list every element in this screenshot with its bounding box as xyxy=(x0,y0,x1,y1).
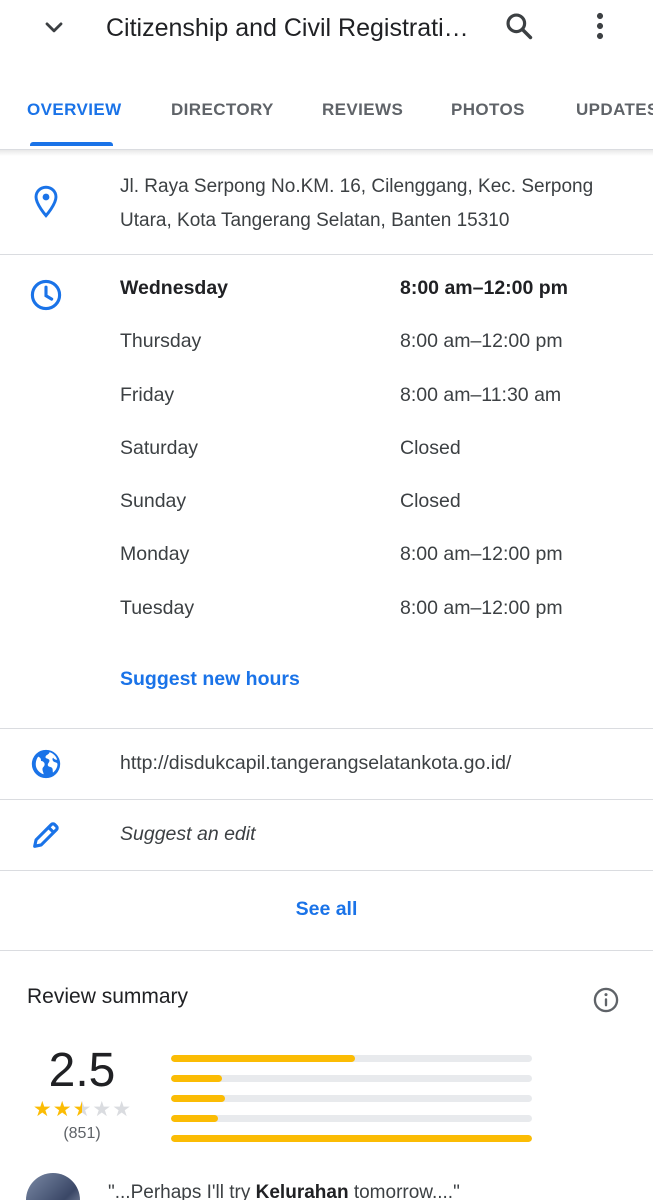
tab-overview[interactable]: OVERVIEW xyxy=(27,100,122,120)
divider xyxy=(0,728,653,729)
hours-row: Saturday Closed xyxy=(120,428,640,481)
rating-bar-3[interactable] xyxy=(171,1095,532,1102)
tab-updates[interactable]: UPDATES xyxy=(576,100,653,120)
address-line-2: Utara, Kota Tangerang Selatan, Banten 15… xyxy=(120,210,510,231)
rating-bar-1[interactable] xyxy=(171,1135,532,1142)
search-icon[interactable] xyxy=(499,6,539,46)
tab-reviews[interactable]: REVIEWS xyxy=(322,100,403,120)
suggest-new-hours-link[interactable]: Suggest new hours xyxy=(120,668,300,691)
star-rating: ★ ★ ★ ★ ★ xyxy=(30,1098,134,1122)
hours-row-today: Wednesday 8:00 am–12:00 pm xyxy=(120,268,640,321)
suggest-edit-link[interactable]: Suggest an edit xyxy=(120,823,256,846)
review-snippet-text: "...Perhaps I'll try xyxy=(108,1182,256,1200)
star-half-icon: ★ xyxy=(72,1098,92,1121)
hours-row: Sunday Closed xyxy=(120,481,640,534)
tab-directory[interactable]: DIRECTORY xyxy=(171,100,274,120)
more-vert-icon[interactable] xyxy=(580,6,620,46)
active-tab-indicator xyxy=(30,142,113,146)
rating-bar-5[interactable] xyxy=(171,1055,532,1062)
hours-time: Closed xyxy=(400,490,461,513)
hours-row: Friday 8:00 am–11:30 am xyxy=(120,375,640,428)
hours-row: Thursday 8:00 am–12:00 pm xyxy=(120,321,640,374)
pencil-icon xyxy=(26,815,66,855)
hours-time: 8:00 am–11:30 am xyxy=(400,383,562,406)
review-snippet-keyword: Kelurahan xyxy=(255,1182,349,1200)
hours-day: Tuesday xyxy=(120,596,195,619)
address-text[interactable]: Jl. Raya Serpong No.KM. 16, Cilenggang, … xyxy=(120,170,630,238)
rating-bar-fill xyxy=(171,1115,218,1122)
star-full-icon: ★ xyxy=(52,1098,72,1121)
hours-day: Saturday xyxy=(120,436,199,459)
review-count: (851) xyxy=(63,1125,101,1142)
hours-row: Tuesday 8:00 am–12:00 pm xyxy=(120,588,640,641)
hours-time: Closed xyxy=(400,436,461,459)
info-icon[interactable] xyxy=(592,986,620,1014)
hours-time: 8:00 am–12:00 pm xyxy=(400,543,563,566)
star-full-icon: ★ xyxy=(32,1098,52,1121)
divider xyxy=(0,799,653,800)
rating-bar-fill xyxy=(171,1095,226,1102)
review-snippet-text: tomorrow...." xyxy=(348,1182,460,1200)
review-summary-title: Review summary xyxy=(27,985,189,1008)
rating-bar-fill xyxy=(171,1075,222,1082)
rating-bar-2[interactable] xyxy=(171,1115,532,1122)
see-all-button[interactable]: See all xyxy=(0,898,653,921)
globe-icon xyxy=(26,744,66,784)
hours-row: Monday 8:00 am–12:00 pm xyxy=(120,534,640,587)
hours-day: Thursday xyxy=(120,330,202,353)
divider xyxy=(0,870,653,871)
website-link[interactable]: http://disdukcapil.tangerangselatankota.… xyxy=(120,752,511,775)
rating-bar-fill xyxy=(171,1135,532,1142)
hours-table[interactable]: Wednesday 8:00 am–12:00 pm Thursday 8:00… xyxy=(120,268,640,641)
avatar[interactable] xyxy=(26,1173,80,1200)
address-line-1: Jl. Raya Serpong No.KM. 16, Cilenggang, … xyxy=(120,176,594,197)
hours-day: Sunday xyxy=(120,490,187,513)
hours-day: Friday xyxy=(120,383,175,406)
rating-bar-4[interactable] xyxy=(171,1075,532,1082)
hours-time: 8:00 am–12:00 pm xyxy=(400,277,569,299)
divider xyxy=(0,950,653,951)
divider xyxy=(0,254,653,255)
rating-bar-fill xyxy=(171,1055,356,1062)
location-pin-icon xyxy=(26,182,66,222)
star-empty-icon: ★ xyxy=(112,1098,132,1121)
chevron-down-icon[interactable] xyxy=(34,8,74,48)
tab-bar: OVERVIEW DIRECTORY REVIEWS PHOTOS UPDATE… xyxy=(0,84,653,150)
average-rating: 2.5 xyxy=(48,1044,116,1097)
hours-time: 8:00 am–12:00 pm xyxy=(400,330,563,353)
review-snippet[interactable]: "...Perhaps I'll try Kelurahan tomorrow.… xyxy=(108,1182,460,1200)
tab-photos[interactable]: PHOTOS xyxy=(451,100,525,120)
top-app-bar: Citizenship and Civil Registrati… xyxy=(0,0,653,56)
clock-icon xyxy=(26,275,66,315)
star-empty-icon: ★ xyxy=(92,1098,112,1121)
hours-day: Wednesday xyxy=(120,277,229,299)
hours-time: 8:00 am–12:00 pm xyxy=(400,596,563,619)
page-title: Citizenship and Civil Registrati… xyxy=(106,14,469,42)
hours-day: Monday xyxy=(120,543,190,566)
tab-shadow xyxy=(0,150,653,156)
